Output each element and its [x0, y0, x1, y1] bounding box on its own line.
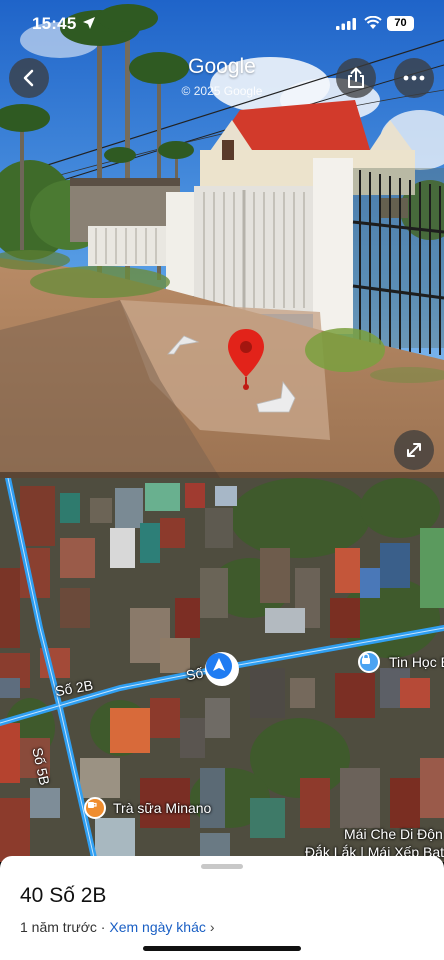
- status-time: 15:45: [32, 14, 77, 33]
- street-view-panorama[interactable]: 15:45 70 Google © 2025 Google: [0, 0, 444, 478]
- battery-indicator: 70: [387, 16, 414, 31]
- location-arrow-icon: [82, 16, 96, 35]
- more-icon: [403, 75, 425, 81]
- poi-label-tin-hoc[interactable]: Tin Học B: [389, 654, 444, 670]
- capture-date: 1 năm trước: [20, 919, 97, 935]
- expand-button[interactable]: [394, 430, 434, 470]
- signal-icon: [336, 17, 356, 35]
- lock-icon[interactable]: [358, 651, 380, 673]
- capture-info: 1 năm trước · Xem ngày khác ›: [20, 919, 215, 935]
- home-indicator: [143, 946, 301, 951]
- share-icon: [348, 67, 364, 88]
- back-icon: [23, 69, 34, 87]
- separator: ·: [96, 919, 110, 935]
- coffee-icon[interactable]: [84, 797, 106, 819]
- see-other-dates-link[interactable]: Xem ngày khác: [109, 919, 206, 935]
- location-sheet[interactable]: 40 Số 2B 1 năm trước · Xem ngày khác ›: [0, 856, 444, 960]
- navigation-arrow-icon[interactable]: [205, 652, 239, 686]
- expand-icon: [407, 443, 421, 457]
- navigation-arrow-icon[interactable]: [166, 334, 200, 356]
- road-label-so: Số: [184, 664, 205, 684]
- more-options-button[interactable]: [394, 58, 434, 98]
- satellite-map[interactable]: Số 2B Số Số 5B Tin Học B Trà sữa Minano …: [0, 478, 444, 862]
- copyright-text: © 2025 Google: [181, 84, 263, 98]
- google-watermark: Google: [188, 55, 256, 78]
- wifi-icon: [364, 15, 382, 35]
- status-bar: 15:45 70: [0, 0, 444, 50]
- map-pin-icon: [228, 329, 264, 390]
- back-button[interactable]: [9, 58, 49, 98]
- poi-label-tra-sua[interactable]: Trà sữa Minano: [113, 800, 211, 816]
- sheet-grabber[interactable]: [201, 864, 243, 869]
- location-title: 40 Số 2B: [20, 884, 107, 907]
- chevron-right-icon[interactable]: ›: [210, 919, 215, 935]
- share-button[interactable]: [336, 58, 376, 98]
- poi-label-mai-che[interactable]: Mái Che Di Độn: [344, 826, 443, 842]
